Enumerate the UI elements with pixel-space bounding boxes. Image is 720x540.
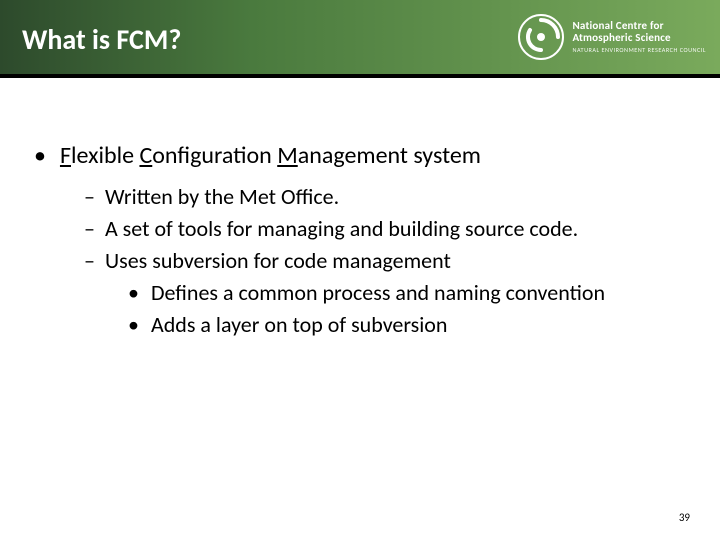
bullet-level1: • Flexible Configuration Management syst… xyxy=(28,140,692,171)
text-management: anagement system xyxy=(298,141,481,170)
text-flexible: lexible xyxy=(71,141,139,170)
subdot-marker: • xyxy=(128,309,139,341)
subdot-text: Defines a common process and naming conv… xyxy=(151,277,605,309)
subdot-item: • Defines a common process and naming co… xyxy=(128,277,692,309)
dash-item: – Uses subversion for code management xyxy=(84,245,692,277)
text-configuration: onfiguration xyxy=(152,141,277,170)
ncas-swirl-icon xyxy=(518,14,564,60)
page-number: 39 xyxy=(679,511,690,524)
dash-marker: – xyxy=(84,213,95,245)
dash-item: – Written by the Met Office. xyxy=(84,181,692,213)
underline-f: F xyxy=(60,141,71,170)
bullet-text: Flexible Configuration Management system xyxy=(60,140,481,171)
underline-c: C xyxy=(139,141,152,170)
org-subtitle: NATURAL ENVIRONMENT RESEARCH COUNCIL xyxy=(572,46,706,54)
dash-text: Written by the Met Office. xyxy=(105,181,339,213)
bullet-marker: • xyxy=(34,140,46,171)
underline-m: M xyxy=(277,141,298,170)
dash-text: A set of tools for managing and building… xyxy=(105,213,578,245)
org-logo-text: National Centre for Atmospheric Science … xyxy=(572,20,706,54)
dash-marker: – xyxy=(84,181,95,213)
org-name-line1: National Centre for xyxy=(572,20,706,32)
subdot-text: Adds a layer on top of subversion xyxy=(151,309,448,341)
slide: What is FCM? National Centre for Atmosph… xyxy=(0,0,720,540)
dash-list: – Written by the Met Office. – A set of … xyxy=(84,181,692,340)
slide-title: What is FCM? xyxy=(22,22,181,57)
dash-text: Uses subversion for code management xyxy=(105,245,451,277)
header-bar: What is FCM? National Centre for Atmosph… xyxy=(0,0,720,78)
subdot-marker: • xyxy=(128,277,139,309)
slide-body: • Flexible Configuration Management syst… xyxy=(28,140,692,341)
org-logo-block: National Centre for Atmospheric Science … xyxy=(518,14,706,60)
subdot-item: • Adds a layer on top of subversion xyxy=(128,309,692,341)
org-name-line2: Atmospheric Science xyxy=(572,32,706,44)
dash-marker: – xyxy=(84,245,95,277)
dash-item: – A set of tools for managing and buildi… xyxy=(84,213,692,245)
subdot-list: • Defines a common process and naming co… xyxy=(128,277,692,341)
